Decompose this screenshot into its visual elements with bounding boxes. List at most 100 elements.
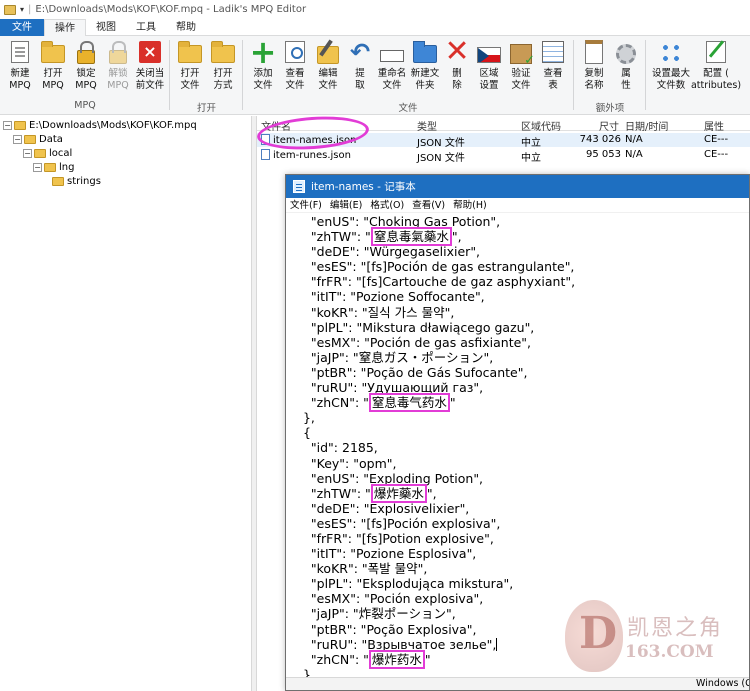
- json-value: [fs]Poción explosiva: [366, 515, 491, 531]
- json-punctuation: ",: [459, 500, 470, 516]
- column-header-name[interactable]: 文件名: [261, 118, 291, 133]
- text-line: "frFR": "[fs]Potion explosive",: [286, 530, 749, 546]
- text-editor[interactable]: "enUS": "Choking Gas Potion", "zhTW": " 窒…: [286, 214, 749, 682]
- json-value: Mikstura dławiącego gazu: [362, 319, 525, 335]
- folder-open-icon: [52, 176, 64, 186]
- view-file-button[interactable]: 查看 文件: [278, 39, 312, 99]
- verify-icon: [509, 39, 535, 68]
- json-punctuation: ",: [564, 259, 575, 275]
- json-value: Pozione Esplosiva: [356, 546, 467, 562]
- json-key: "ptBR": ": [295, 364, 367, 380]
- text-line: "itIT": "Pozione Soffocante",: [286, 289, 749, 305]
- status-bar: Windows (C: [286, 677, 749, 690]
- tree-item-local[interactable]: − local: [23, 146, 72, 160]
- tab-actions[interactable]: 操作: [44, 19, 86, 37]
- menu-edit[interactable]: 编辑(E): [326, 198, 366, 212]
- attributes-button[interactable]: 配置 ( attributes): [691, 39, 741, 99]
- app-folder-icon: [4, 4, 16, 15]
- view-table-button[interactable]: 查看 表: [536, 39, 570, 99]
- quick-access-dropdown-icon[interactable]: ▾: [20, 5, 24, 14]
- text-line: "ptBR": "Poção de Gás Sufocante",: [286, 364, 749, 380]
- tab-tools[interactable]: 工具: [126, 19, 166, 36]
- tree-item-strings[interactable]: strings: [52, 174, 101, 188]
- lock-mpq-button[interactable]: 锁定 MPQ: [69, 39, 103, 99]
- unlock-mpq-button[interactable]: 解锁 MPQ: [101, 39, 135, 99]
- json-value: Explosivelixier: [369, 500, 460, 516]
- window-title: E:\Downloads\Mods\KOF\KOF.mpq - Ladik's …: [35, 4, 307, 15]
- extract-button[interactable]: ↶ 提 取: [343, 39, 377, 99]
- tab-file[interactable]: 文件: [0, 19, 44, 36]
- text-line: "zhCN": " 窒息毒气药水 ": [286, 393, 749, 413]
- tree-item-lng[interactable]: − lng: [33, 160, 74, 174]
- new-mpq-button[interactable]: 新建 MPQ: [3, 39, 37, 99]
- delete-button[interactable]: ✕ 删 除: [440, 37, 474, 99]
- locale-button[interactable]: 区域 设置: [472, 39, 506, 99]
- collapse-icon[interactable]: −: [23, 148, 32, 158]
- text-line: "zhCN": " 爆炸药水 ": [286, 649, 749, 669]
- column-header-type[interactable]: 类型: [417, 118, 437, 133]
- json-value: Poción explosiva: [369, 591, 474, 607]
- copy-name-button[interactable]: 复制 名称: [577, 39, 611, 99]
- json-key: "itIT": ": [295, 546, 357, 562]
- json-punctuation: ",: [444, 304, 455, 320]
- column-header-locale[interactable]: 区域代码: [521, 118, 561, 133]
- table-row[interactable]: item-runes.json JSON 文件 中立 95 053 N/A CE…: [257, 148, 750, 164]
- open-mpq-icon: [41, 39, 65, 65]
- open-with-button[interactable]: 打开 方式: [206, 39, 240, 99]
- column-header-attributes[interactable]: 属性: [704, 118, 724, 133]
- add-file-button[interactable]: + 添加 文件: [246, 36, 280, 99]
- text-caret: [496, 637, 498, 651]
- collapse-icon[interactable]: −: [3, 120, 12, 130]
- max-files-button[interactable]: 设置最大 文件数: [650, 39, 692, 99]
- tree-item-root[interactable]: − E:\Downloads\Mods\KOF\KOF.mpq: [3, 118, 197, 132]
- notepad-title-bar[interactable]: item-names - 记事本: [286, 175, 749, 198]
- text-line: },: [286, 410, 749, 425]
- json-key: "enUS": ": [295, 214, 370, 229]
- properties-button[interactable]: 属 性: [609, 39, 643, 99]
- tree-item-data[interactable]: − Data: [13, 132, 63, 146]
- json-value: Poção de Gás Sufocante: [366, 364, 518, 380]
- json-value: [fs]Potion explosive: [361, 530, 485, 546]
- column-header-date[interactable]: 日期/时间: [625, 118, 668, 133]
- text-line: "esES": "[fs]Poción de gas estrangulante…: [286, 259, 749, 275]
- text-line: "ruRU": "Удушающий газ",: [286, 380, 749, 396]
- menu-format[interactable]: 格式(O): [366, 198, 408, 212]
- json-punctuation: ",: [517, 364, 528, 380]
- text-line: "ptBR": "Poção Explosiva",: [286, 621, 749, 637]
- open-file-button[interactable]: 打开 文件: [173, 39, 207, 99]
- text-line: "ruRU": "Взрывчатое зелье",: [286, 636, 749, 652]
- ribbon: 新建 MPQ 打开 MPQ 锁定 MPQ 解锁 MPQ × 关闭当 前文件 MP…: [0, 36, 750, 115]
- menu-view[interactable]: 查看(V): [408, 198, 449, 212]
- text-line: "plPL": "Mikstura dławiącego gazu",: [286, 319, 749, 335]
- json-key: "zhCN": ": [295, 651, 369, 667]
- json-key: "jaJP": ": [295, 349, 359, 365]
- edit-file-button[interactable]: 编辑 文件: [311, 39, 345, 99]
- collapse-icon[interactable]: −: [33, 162, 42, 172]
- locale-icon: [477, 39, 501, 65]
- column-header-size[interactable]: 尺寸: [599, 118, 619, 133]
- view-file-icon: [283, 39, 307, 65]
- tab-help[interactable]: 帮助: [166, 19, 206, 36]
- json-punctuation: ",: [466, 621, 477, 637]
- ribbon-tabs: 文件 操作 视图 工具 帮助: [0, 19, 750, 37]
- text-line: "deDE": "Explosivelixier",: [286, 500, 749, 516]
- attributes-icon: [704, 39, 728, 65]
- notepad-window[interactable]: item-names - 记事本 文件(F) 编辑(E) 格式(O) 查看(V)…: [285, 174, 750, 691]
- open-mpq-button[interactable]: 打开 MPQ: [36, 39, 70, 99]
- tab-view[interactable]: 视图: [86, 19, 126, 36]
- close-file-button[interactable]: × 关闭当 前文件: [133, 39, 167, 99]
- json-key: "itIT": ": [295, 289, 357, 305]
- rename-file-button[interactable]: 重命名 文件: [375, 39, 409, 99]
- collapse-icon[interactable]: −: [13, 134, 22, 144]
- json-key: "ruRU": ": [295, 380, 368, 396]
- json-punctuation: ",: [445, 606, 456, 622]
- menu-help[interactable]: 帮助(H): [449, 198, 491, 212]
- text-line: "enUS": "Choking Gas Potion",: [286, 214, 749, 229]
- table-row[interactable]: item-names.json JSON 文件 中立 743 026 N/A C…: [257, 133, 750, 149]
- folder-tree[interactable]: − E:\Downloads\Mods\KOF\KOF.mpq − Data −…: [0, 116, 252, 691]
- json-punctuation: ",: [486, 636, 497, 652]
- verify-file-button[interactable]: 验证 文件: [504, 39, 538, 99]
- new-folder-button[interactable]: 新建文 件夹: [408, 39, 442, 99]
- json-punctuation: ",: [521, 334, 532, 350]
- menu-file[interactable]: 文件(F): [286, 198, 326, 212]
